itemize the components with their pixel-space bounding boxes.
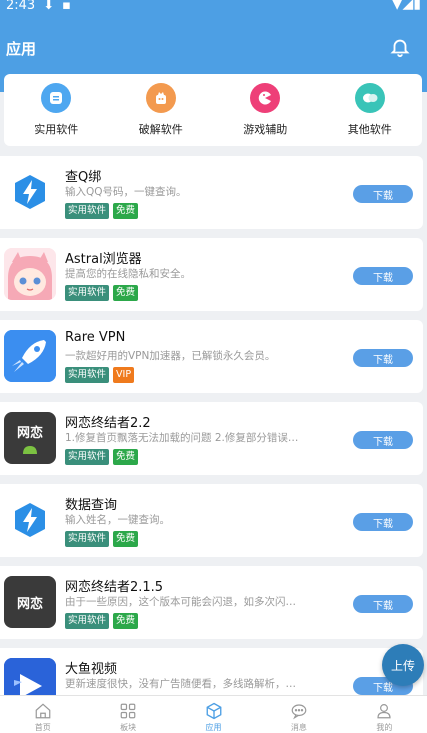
app-name: 网恋终结者2.2 bbox=[65, 416, 151, 431]
android-app-icon: 网恋 bbox=[4, 412, 56, 464]
app-description: 一款超好用的VPN加速器，已解锁永久会员。 bbox=[65, 350, 276, 362]
category-label: 其他软件 bbox=[347, 123, 392, 136]
rocket-app-icon bbox=[4, 330, 56, 382]
anime-girl-app-icon bbox=[4, 248, 56, 300]
category-card: 实用软件 破解软件 游戏辅助 其他软件 bbox=[4, 74, 422, 146]
category-tag: 实用软件 bbox=[65, 285, 110, 301]
price-tag: VIP bbox=[113, 367, 135, 383]
grid-icon bbox=[120, 703, 136, 719]
category-cracked[interactable]: 破解软件 bbox=[109, 74, 214, 146]
app-list-item[interactable]: 数据查询 输入姓名，一键查询。 实用软件 免费 下载 bbox=[0, 484, 423, 557]
category-tag: 实用软件 bbox=[65, 531, 110, 547]
app-name: Rare VPN bbox=[65, 330, 126, 345]
app-list-item[interactable]: 网恋 网恋终结者2.1.5 由于一些原因，这个版本可能会闪退，如多次闪… 实用软… bbox=[0, 566, 423, 639]
category-tag: 实用软件 bbox=[65, 367, 110, 383]
tab-label: 应用 bbox=[205, 723, 222, 732]
price-tag: 免费 bbox=[113, 613, 139, 629]
category-tag: 实用软件 bbox=[65, 613, 110, 629]
app-description: 输入姓名，一键查询。 bbox=[65, 514, 170, 526]
app-list-item[interactable]: 网恋 网恋终结者2.2 1.修复首页飘落无法加载的问题 2.修复部分错误… 实用… bbox=[0, 402, 423, 475]
app-name: 大鱼视频 bbox=[65, 662, 118, 677]
chat-bubbles-icon bbox=[354, 83, 385, 113]
app-name: 网恋终结者2.1.5 bbox=[65, 580, 164, 595]
tab-label: 我的 bbox=[376, 723, 393, 732]
bell-icon[interactable] bbox=[389, 36, 411, 58]
tab-label: 消息 bbox=[290, 723, 307, 732]
gift-box-icon bbox=[145, 83, 176, 113]
category-useful[interactable]: 实用软件 bbox=[4, 74, 109, 146]
category-label: 游戏辅助 bbox=[243, 123, 288, 136]
app-description: 1.修复首页飘落无法加载的问题 2.修复部分错误… bbox=[65, 432, 299, 444]
home-icon bbox=[35, 703, 51, 719]
app-list-item[interactable]: Rare VPN 一款超好用的VPN加速器，已解锁永久会员。 实用软件 VIP … bbox=[0, 320, 423, 393]
user-icon bbox=[377, 704, 391, 719]
app-list-item[interactable]: 查Q绑 输入QQ号码，一键查询。 实用软件 免费 下载 bbox=[0, 156, 423, 229]
download-button[interactable]: 下载 bbox=[353, 349, 413, 367]
download-button[interactable]: 下载 bbox=[353, 513, 413, 531]
category-tag: 实用软件 bbox=[65, 449, 110, 465]
status-bar: 2:43 ⬇ ▪ bbox=[6, 0, 71, 13]
category-tag: 实用软件 bbox=[65, 203, 110, 219]
app-list: 查Q绑 输入QQ号码，一键查询。 实用软件 免费 下载 Astral浏览器 提高… bbox=[0, 156, 427, 730]
download-button[interactable]: 下载 bbox=[353, 185, 413, 203]
app-list-item[interactable]: Astral浏览器 提高您的在线隐私和安全。 实用软件 免费 下载 bbox=[0, 238, 423, 311]
app-name: Astral浏览器 bbox=[65, 252, 142, 267]
category-game-assist[interactable]: 游戏辅助 bbox=[213, 74, 318, 146]
tool-app-icon bbox=[41, 83, 72, 113]
category-other[interactable]: 其他软件 bbox=[318, 74, 423, 146]
bottom-tab-bar: 首页 板块 应用 消息 我的 bbox=[0, 695, 427, 733]
tab-label: 板块 bbox=[120, 723, 137, 732]
sim-status-icon: ▪ bbox=[62, 0, 71, 13]
app-icon-text: 网恋 bbox=[16, 596, 43, 612]
signal-battery-icon: ▼◢▮ bbox=[391, 0, 421, 12]
app-description: 更新速度很快，没有广告随便看，多线路解析，… bbox=[65, 678, 296, 690]
download-button[interactable]: 下载 bbox=[353, 431, 413, 449]
price-tag: 免费 bbox=[113, 285, 139, 301]
tab-home[interactable]: 首页 bbox=[0, 696, 85, 733]
app-description: 提高您的在线隐私和安全。 bbox=[65, 268, 191, 280]
tab-messages[interactable]: 消息 bbox=[256, 696, 341, 733]
app-description: 输入QQ号码，一键查询。 bbox=[65, 186, 187, 198]
download-button[interactable]: 下载 bbox=[353, 267, 413, 285]
text-app-icon: 网恋 bbox=[4, 576, 56, 628]
category-label: 破解软件 bbox=[138, 123, 183, 136]
app-name: 查Q绑 bbox=[65, 170, 102, 185]
download-button[interactable]: 下载 bbox=[353, 595, 413, 613]
app-icon-text: 网恋 bbox=[16, 426, 43, 441]
upload-button[interactable]: 上传 bbox=[382, 644, 424, 686]
download-status-icon: ⬇ bbox=[43, 0, 55, 13]
page-title: 应用 bbox=[6, 40, 37, 58]
tab-label: 首页 bbox=[34, 723, 51, 732]
lightning-app-icon bbox=[4, 494, 56, 546]
price-tag: 免费 bbox=[113, 449, 139, 465]
tab-profile[interactable]: 我的 bbox=[342, 696, 427, 733]
status-time: 2:43 bbox=[6, 0, 36, 13]
cube-icon bbox=[206, 702, 221, 720]
tab-sections[interactable]: 板块 bbox=[85, 696, 170, 733]
category-label: 实用软件 bbox=[34, 123, 79, 136]
pacman-icon bbox=[250, 83, 281, 113]
chat-icon bbox=[291, 704, 307, 720]
lightning-app-icon bbox=[4, 166, 56, 218]
app-description: 由于一些原因，这个版本可能会闪退，如多次闪… bbox=[65, 596, 296, 608]
price-tag: 免费 bbox=[113, 203, 139, 219]
tab-apps[interactable]: 应用 bbox=[171, 696, 256, 733]
price-tag: 免费 bbox=[113, 531, 139, 547]
app-name: 数据查询 bbox=[65, 498, 118, 513]
